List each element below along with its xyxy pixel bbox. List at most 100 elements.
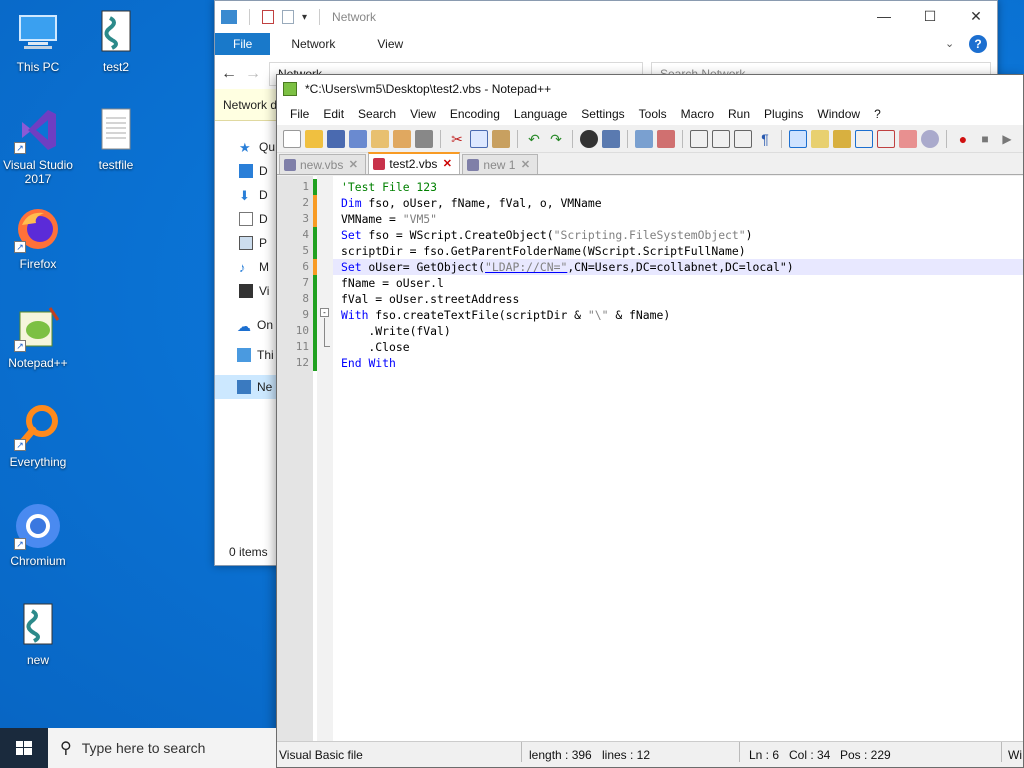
shortcut-arrow-icon: ↗ <box>14 241 26 253</box>
shortcut-arrow-icon: ↗ <box>14 538 26 550</box>
eye-icon[interactable] <box>921 129 939 148</box>
menu-view[interactable]: View <box>403 103 443 125</box>
nav-item-onedrive[interactable]: ☁ On <box>215 313 277 337</box>
notepadpp-titlebar[interactable]: *C:\Users\vm5\Desktop\test2.vbs - Notepa… <box>277 75 1023 103</box>
menu-tools[interactable]: Tools <box>632 103 674 125</box>
zoom-out-icon[interactable] <box>657 129 675 148</box>
find-icon[interactable] <box>580 129 598 148</box>
nav-item-music[interactable]: ♪ M <box>215 255 277 279</box>
replace-icon[interactable] <box>602 129 620 148</box>
ribbon-tab-file[interactable]: File <box>215 33 271 55</box>
computer-icon <box>237 348 251 362</box>
menu-window[interactable]: Window <box>810 103 867 125</box>
desktop-icon-firefox[interactable]: ↗ Firefox <box>0 205 76 271</box>
nav-item-this-pc[interactable]: Thi <box>215 343 277 367</box>
start-button[interactable] <box>0 728 48 768</box>
properties-icon[interactable] <box>262 10 274 24</box>
desktop-icon-new[interactable]: new <box>0 601 76 667</box>
menu-file[interactable]: File <box>283 103 316 125</box>
nav-item-quick-access[interactable]: ★ Qu <box>215 135 277 159</box>
menu-encoding[interactable]: Encoding <box>443 103 507 125</box>
code-line-2: Dim fso, oUser, fName, fVal, o, VMName <box>341 196 602 210</box>
menu-help[interactable]: ? <box>867 103 888 125</box>
monitoring-icon[interactable] <box>899 129 917 148</box>
cut-icon[interactable]: ✂ <box>448 130 466 148</box>
editor-area[interactable]: 1 2 3 4 5 6 7 8 9 10 11 12 - 'Test File … <box>277 176 1023 742</box>
close-file-icon[interactable] <box>371 129 389 148</box>
nav-item-downloads[interactable]: ⬇ D <box>215 183 277 207</box>
play-macro-icon[interactable]: ▶ <box>998 130 1016 148</box>
close-button[interactable]: ✕ <box>953 1 999 31</box>
nav-item-desktop[interactable]: D <box>215 159 277 183</box>
redo-icon[interactable]: ↷ <box>547 130 565 148</box>
menu-search[interactable]: Search <box>351 103 403 125</box>
word-wrap-icon[interactable] <box>734 129 752 148</box>
undo-icon[interactable]: ↶ <box>525 130 543 148</box>
tab-new-vbs[interactable]: new.vbs ✕ <box>279 154 367 174</box>
open-folder-icon[interactable] <box>305 129 323 148</box>
sync-vertical-icon[interactable] <box>690 129 708 148</box>
code-line-8: fVal = oUser.streetAddress <box>341 292 520 306</box>
desktop-icon-chromium[interactable]: ↗ Chromium <box>0 502 76 568</box>
status-bar: Visual Basic file length : 396 lines : 1… <box>277 741 1023 767</box>
code-line-9: With fso.createTextFile(scriptDir & "\" … <box>341 308 671 322</box>
copy-icon[interactable] <box>470 129 488 148</box>
menu-edit[interactable]: Edit <box>316 103 351 125</box>
save-icon[interactable] <box>327 129 345 148</box>
zoom-in-icon[interactable] <box>635 129 653 148</box>
taskbar-search-box[interactable]: ⚲ Type here to search <box>48 728 276 768</box>
desktop-icon-notepadpp[interactable]: ↗ Notepad++ <box>0 304 76 370</box>
doc-map-icon[interactable] <box>833 129 851 148</box>
nav-item-videos[interactable]: Vi <box>215 279 277 303</box>
tab-test2-vbs[interactable]: test2.vbs ✕ <box>368 152 461 174</box>
nav-item-documents[interactable]: D <box>215 207 277 231</box>
tab-new-1[interactable]: new 1 ✕ <box>462 154 539 174</box>
udl-icon[interactable] <box>811 129 829 148</box>
status-eol: Wi <box>1008 748 1022 762</box>
close-tab-icon[interactable]: ✕ <box>519 159 531 171</box>
print-icon[interactable] <box>415 129 433 148</box>
menu-settings[interactable]: Settings <box>574 103 631 125</box>
forward-arrow-icon[interactable]: → <box>245 65 261 83</box>
nav-item-network[interactable]: Ne <box>215 375 277 399</box>
chevron-down-icon[interactable]: ⌄ <box>945 33 965 55</box>
menu-language[interactable]: Language <box>507 103 574 125</box>
save-all-icon[interactable] <box>349 129 367 148</box>
close-all-icon[interactable] <box>393 129 411 148</box>
close-tab-icon[interactable]: ✕ <box>347 159 359 171</box>
shortcut-arrow-icon: ↗ <box>14 142 26 154</box>
folder-as-workspace-icon[interactable] <box>877 129 895 148</box>
code-line-1: 'Test File 123 <box>341 180 438 194</box>
code-line-7: fName = oUser.l <box>341 276 444 290</box>
ribbon-tab-network[interactable]: Network <box>270 33 356 55</box>
indent-guide-icon[interactable] <box>789 129 807 148</box>
menu-run[interactable]: Run <box>721 103 757 125</box>
stop-macro-icon[interactable]: ■ <box>976 130 994 148</box>
quick-access-dropdown-icon[interactable]: ▾ <box>302 12 307 23</box>
taskbar-search-placeholder: Type here to search <box>81 740 206 756</box>
back-arrow-icon[interactable]: ← <box>221 65 237 83</box>
maximize-button[interactable]: ☐ <box>907 1 953 31</box>
sync-horizontal-icon[interactable] <box>712 129 730 148</box>
close-tab-icon[interactable]: ✕ <box>441 158 453 170</box>
desktop-icon-this-pc[interactable]: This PC <box>0 8 76 74</box>
ribbon-tabs: File Network View ⌄ ? <box>215 33 997 55</box>
show-all-chars-icon[interactable]: ¶ <box>756 130 774 148</box>
menu-macro[interactable]: Macro <box>674 103 721 125</box>
desktop-icon-test2[interactable]: test2 <box>78 8 154 74</box>
new-file-icon[interactable] <box>283 129 301 148</box>
menu-plugins[interactable]: Plugins <box>757 103 810 125</box>
paste-icon[interactable] <box>492 129 510 148</box>
code-text[interactable]: 'Test File 123 Dim fso, oUser, fName, fVa… <box>333 176 1023 742</box>
desktop-icon-visual-studio[interactable]: ↗ Visual Studio 2017 <box>0 106 76 186</box>
help-icon[interactable]: ? <box>969 35 987 53</box>
record-macro-icon[interactable]: ● <box>954 130 972 148</box>
fold-minus-icon[interactable]: - <box>320 308 329 317</box>
nav-item-pictures[interactable]: P <box>215 231 277 255</box>
minimize-button[interactable]: — <box>861 1 907 31</box>
ribbon-tab-view[interactable]: View <box>356 33 424 55</box>
new-folder-icon[interactable] <box>282 10 294 24</box>
desktop-icon-everything[interactable]: ↗ Everything <box>0 403 76 469</box>
function-list-icon[interactable] <box>855 129 873 148</box>
desktop-icon-testfile[interactable]: testfile <box>78 106 154 172</box>
